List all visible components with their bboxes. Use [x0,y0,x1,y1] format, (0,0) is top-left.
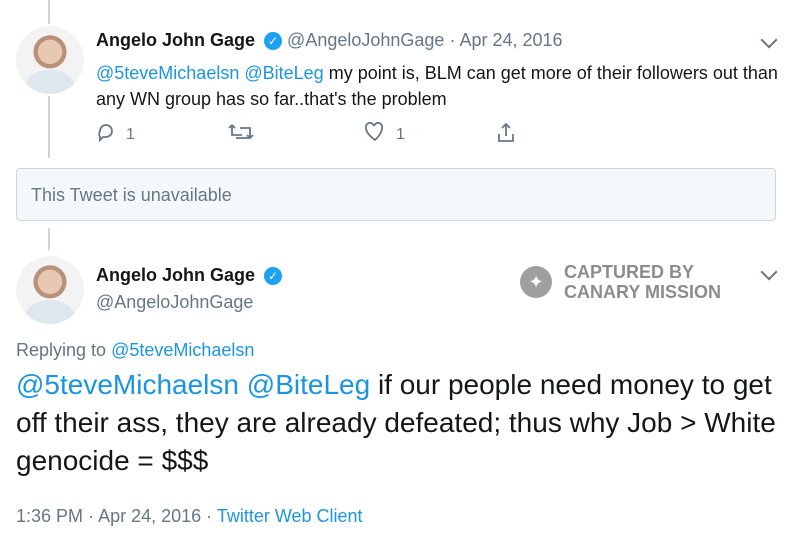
reply-count: 1 [126,125,135,143]
reply-icon[interactable] [96,122,116,147]
unavailable-tweet: This Tweet is unavailable [16,168,776,221]
thread-line-bottom [48,228,50,250]
watermark: ✦ CAPTURED BY CANARY MISSION [520,262,721,302]
share-action[interactable] [496,122,516,149]
separator-dot: · [206,506,217,526]
reply-prefix: Replying to [16,340,107,360]
mention-link[interactable]: @5teveMichaelsn [16,369,239,400]
like-action[interactable]: 1 [364,122,405,147]
retweet-icon[interactable] [228,122,254,147]
reply-action[interactable]: 1 [96,122,135,147]
verified-icon: ✓ [264,32,283,51]
watermark-line-2: CANARY MISSION [564,282,722,302]
tweet-meta: 1:36 PM · Apr 24, 2016 · Twitter Web Cli… [16,506,363,527]
reply-to-link[interactable]: @5teveMichaelsn [111,340,254,360]
author-name-line: Angelo John Gage ✓ [96,265,283,286]
author-name[interactable]: Angelo John Gage [96,30,255,50]
tweet-text: @5teveMichaelsn @BiteLeg if our people n… [16,366,786,480]
tweet-time[interactable]: 1:36 PM [16,506,83,526]
author-handle[interactable]: @AngeloJohnGage [287,30,444,50]
tweet-actions: 1 1 [96,122,526,150]
mention-link[interactable]: @5teveMichaelsn [96,63,239,83]
chevron-down-icon[interactable] [760,263,778,281]
tweet-source[interactable]: Twitter Web Client [217,506,363,526]
author-name[interactable]: Angelo John Gage [96,265,255,285]
retweet-action[interactable] [228,122,254,147]
author-handle[interactable]: @AngeloJohnGage [96,292,253,313]
mention-link[interactable]: @BiteLeg [247,369,370,400]
avatar[interactable] [16,26,84,94]
avatar[interactable] [16,256,84,324]
thread-line-top [48,0,50,24]
replying-to: Replying to @5teveMichaelsn [16,340,254,361]
tweet-date[interactable]: Apr 24, 2016 [459,30,562,50]
like-icon[interactable] [364,122,386,147]
canary-icon: ✦ [520,266,552,298]
separator-dot: · [449,30,460,50]
tweet-header: Angelo John Gage ✓ @AngeloJohnGage · Apr… [96,30,563,51]
watermark-line-1: CAPTURED BY [564,262,695,282]
verified-icon: ✓ [264,267,283,286]
chevron-down-icon[interactable] [760,31,778,49]
like-count: 1 [396,125,405,143]
share-icon[interactable] [496,122,516,149]
thread-line-middle [48,96,50,158]
mention-link[interactable]: @BiteLeg [244,63,323,83]
tweet-text: @5teveMichaelsn @BiteLeg my point is, BL… [96,60,786,112]
tweet-date[interactable]: Apr 24, 2016 [98,506,201,526]
separator-dot: · [88,506,99,526]
